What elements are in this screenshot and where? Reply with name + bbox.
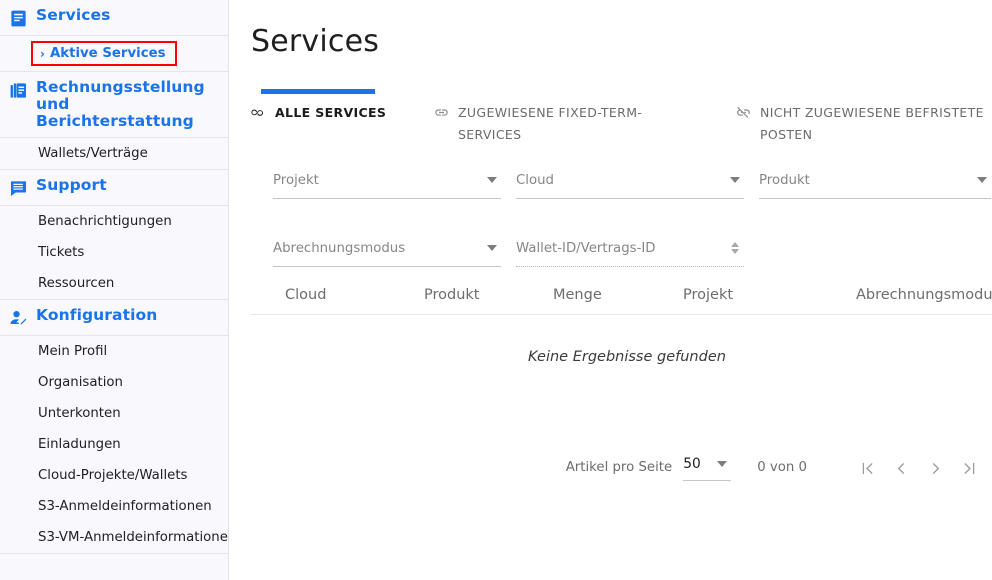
sidebar-item-s3-anmeldeinformationen[interactable]: S3-Anmeldeinformationen	[0, 491, 228, 522]
filter-projekt[interactable]: Projekt	[273, 169, 501, 199]
column-header-produkt[interactable]: Produkt	[424, 284, 479, 306]
sidebar-group-title: Rechnungsstellung und Berichterstattung	[36, 78, 205, 130]
sidebar-item-cloud-projekte-wallets[interactable]: Cloud-Projekte/Wallets	[0, 460, 228, 491]
sidebar-item-tickets[interactable]: Tickets	[0, 237, 228, 268]
first-page-icon[interactable]	[850, 453, 884, 483]
tab-bar: ALLE SERVICES ZUGEWIESENE FIXED-TERM-SER…	[251, 85, 991, 151]
sidebar-item-einladungen[interactable]: Einladungen	[0, 429, 228, 460]
field-underline	[759, 198, 991, 199]
page-title: Services	[251, 24, 380, 59]
field-underline	[516, 198, 744, 199]
column-header-menge[interactable]: Menge	[553, 284, 602, 306]
chevron-left-icon[interactable]	[884, 453, 918, 483]
sidebar-item-organisation[interactable]: Organisation	[0, 367, 228, 398]
chevron-down-icon[interactable]	[730, 177, 740, 183]
tab-zugewiesene-fixed-term-services[interactable]: ZUGEWIESENE FIXED-TERM-SERVICES	[434, 85, 684, 146]
filter-produkt[interactable]: Produkt	[759, 169, 991, 199]
comment-bubble-icon	[9, 179, 28, 198]
sidebar-item-benachrichtigungen[interactable]: Benachrichtigungen	[0, 206, 228, 237]
filter-cloud-label: Cloud	[516, 173, 554, 188]
pagination-bar: Artikel pro Seite 50 0 von 0	[229, 452, 992, 484]
chevron-down-icon[interactable]	[977, 177, 987, 183]
chevron-down-icon[interactable]	[487, 245, 497, 251]
sidebar-group-header-services[interactable]: Services	[0, 0, 228, 36]
pagination-range-label: 0 von 0	[757, 460, 807, 475]
sidebar-item-ressourcen[interactable]: Ressourcen	[0, 268, 228, 300]
items-per-page-select[interactable]: 50	[683, 453, 739, 483]
filter-wallet-id[interactable]: Wallet-ID/Vertrags-ID	[516, 237, 744, 267]
sidebar-item-wallets-vertraege[interactable]: Wallets/Verträge	[0, 138, 228, 170]
column-header-abrechnungsmodus[interactable]: Abrechnungsmodus	[856, 284, 992, 306]
active-services-highlight-box[interactable]: › Aktive Services	[31, 41, 177, 66]
app-root: Services › Aktive Services Rechnungsstel…	[0, 0, 992, 580]
column-header-cloud[interactable]: Cloud	[285, 284, 326, 306]
sidebar-item-label: Aktive Services	[49, 46, 166, 61]
field-underline	[516, 266, 744, 267]
items-per-page-value: 50	[683, 456, 701, 472]
tab-nicht-zugewiesene-befristete-posten[interactable]: NICHT ZUGEWIESENE BEFRISTETE POSTEN	[736, 85, 991, 146]
services-table: Cloud Produkt Menge Projekt Abrechnungsm…	[251, 277, 992, 365]
link-icon	[434, 105, 449, 120]
filter-produkt-label: Produkt	[759, 173, 810, 188]
sidebar-group-services: Services › Aktive Services	[0, 0, 228, 72]
field-underline	[683, 480, 732, 481]
sidebar-group-title: Services	[36, 6, 111, 24]
filter-cloud[interactable]: Cloud	[516, 169, 744, 199]
chevron-right-icon[interactable]	[918, 453, 952, 483]
tab-label: ZUGEWIESENE FIXED-TERM-SERVICES	[458, 105, 643, 142]
sidebar-group-header-konfiguration[interactable]: Konfiguration	[0, 300, 228, 336]
tab-label: ALLE SERVICES	[275, 105, 387, 120]
empty-state-message: Keine Ergebnisse gefunden	[528, 349, 726, 365]
sidebar-group-header-support[interactable]: Support	[0, 170, 228, 206]
sidebar-group-header-rechnungsstellung[interactable]: Rechnungsstellung und Berichterstattung	[0, 72, 228, 138]
library-books-icon	[9, 81, 28, 100]
last-page-icon[interactable]	[952, 453, 986, 483]
sidebar-item-aktive-services[interactable]: › Aktive Services	[0, 36, 228, 72]
link-off-icon	[736, 105, 751, 120]
sidebar-group-rechnungsstellung: Rechnungsstellung und Berichterstattung …	[0, 72, 228, 170]
column-header-projekt[interactable]: Projekt	[683, 284, 733, 306]
sidebar-group-title: Konfiguration	[36, 306, 158, 324]
table-header-row: Cloud Produkt Menge Projekt Abrechnungsm…	[251, 277, 992, 315]
sidebar-group-title: Support	[36, 176, 107, 194]
sidebar-group-support: Support Benachrichtigungen Tickets Resso…	[0, 170, 228, 300]
filter-wallet-id-label: Wallet-ID/Vertrags-ID	[516, 241, 656, 256]
items-per-page-label: Artikel pro Seite	[565, 460, 673, 475]
tab-alle-services[interactable]: ALLE SERVICES	[251, 85, 421, 124]
chevron-right-icon: ›	[40, 46, 45, 61]
filter-abrechnungsmodus[interactable]: Abrechnungsmodus	[273, 237, 501, 267]
field-underline	[273, 266, 501, 267]
sidebar-item-s3-vm-anmeldeinformationen[interactable]: S3-VM-Anmeldeinformationen	[0, 522, 228, 554]
filter-abrechnungsmodus-label: Abrechnungsmodus	[273, 241, 406, 256]
chevron-down-icon[interactable]	[717, 461, 728, 467]
filter-projekt-label: Projekt	[273, 173, 319, 188]
main-content: Services ALLE SERVICES ZUGEWIESENE FIXED…	[229, 0, 992, 580]
sidebar-item-unterkonten[interactable]: Unterkonten	[0, 398, 228, 429]
tab-label: NICHT ZUGEWIESENE BEFRISTETE POSTEN	[760, 105, 984, 142]
field-underline	[273, 198, 501, 199]
number-stepper-icon[interactable]	[727, 237, 743, 259]
chevron-down-icon[interactable]	[487, 177, 497, 183]
manage-account-icon	[9, 309, 28, 328]
filter-bar: Projekt Cloud Produkt Abrechnungsmodus W…	[251, 165, 992, 273]
document-lines-icon	[9, 9, 28, 28]
sidebar: Services › Aktive Services Rechnungsstel…	[0, 0, 229, 580]
sidebar-group-konfiguration: Konfiguration Mein Profil Organisation U…	[0, 300, 228, 554]
infinity-icon	[251, 105, 266, 120]
sidebar-item-mein-profil[interactable]: Mein Profil	[0, 336, 228, 367]
